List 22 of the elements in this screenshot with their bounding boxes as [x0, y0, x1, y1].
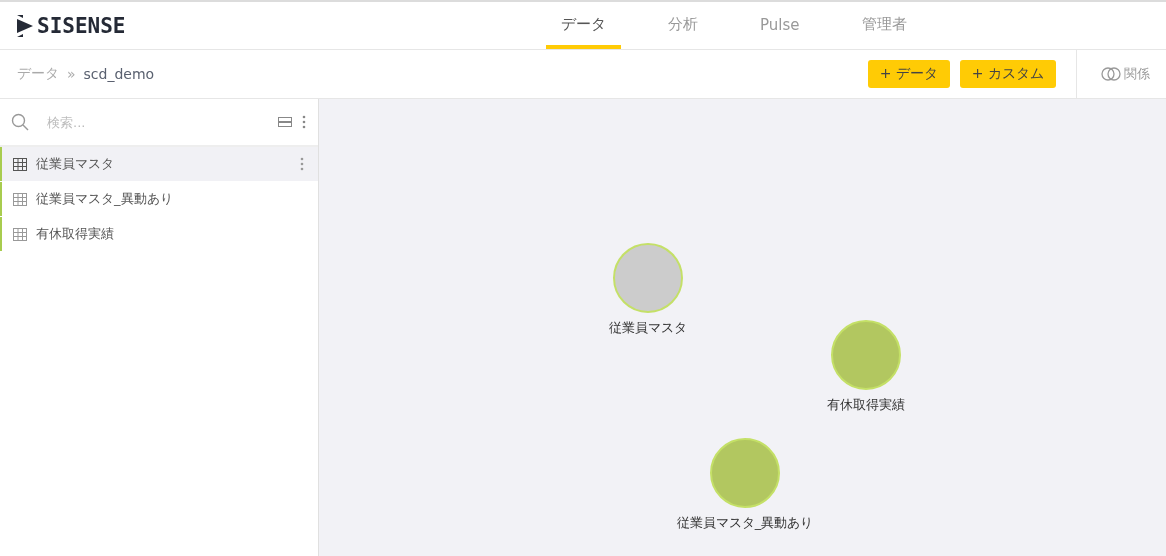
add-button[interactable]: + カスタム	[959, 60, 1056, 88]
table-icon	[13, 227, 27, 241]
table-icon	[13, 192, 27, 206]
table-name: 有休取得実績	[36, 225, 115, 243]
more-icon[interactable]	[302, 115, 306, 129]
nav-tab[interactable]: データ	[546, 2, 621, 49]
table-name: 従業員マスタ_異動あり	[36, 190, 174, 208]
table-list-item[interactable]: 従業員マスタ	[0, 147, 318, 181]
node-label: 有休取得実績	[827, 396, 905, 414]
node-label: 従業員マスタ_異動あり	[676, 514, 814, 532]
table-name: 従業員マスタ	[36, 155, 115, 173]
breadcrumb-separator: »	[67, 66, 76, 82]
list-view-icon[interactable]	[278, 117, 292, 127]
add-button[interactable]: + データ	[867, 60, 950, 88]
logo-icon	[17, 14, 35, 37]
search-icon	[11, 113, 29, 131]
table-icon	[13, 157, 27, 171]
more-icon[interactable]	[300, 157, 304, 171]
node-label: 従業員マスタ	[609, 319, 687, 337]
logo-text: SISENSE	[37, 13, 126, 38]
breadcrumb-current: scd_demo	[83, 66, 155, 82]
rings-icon	[1101, 67, 1121, 81]
